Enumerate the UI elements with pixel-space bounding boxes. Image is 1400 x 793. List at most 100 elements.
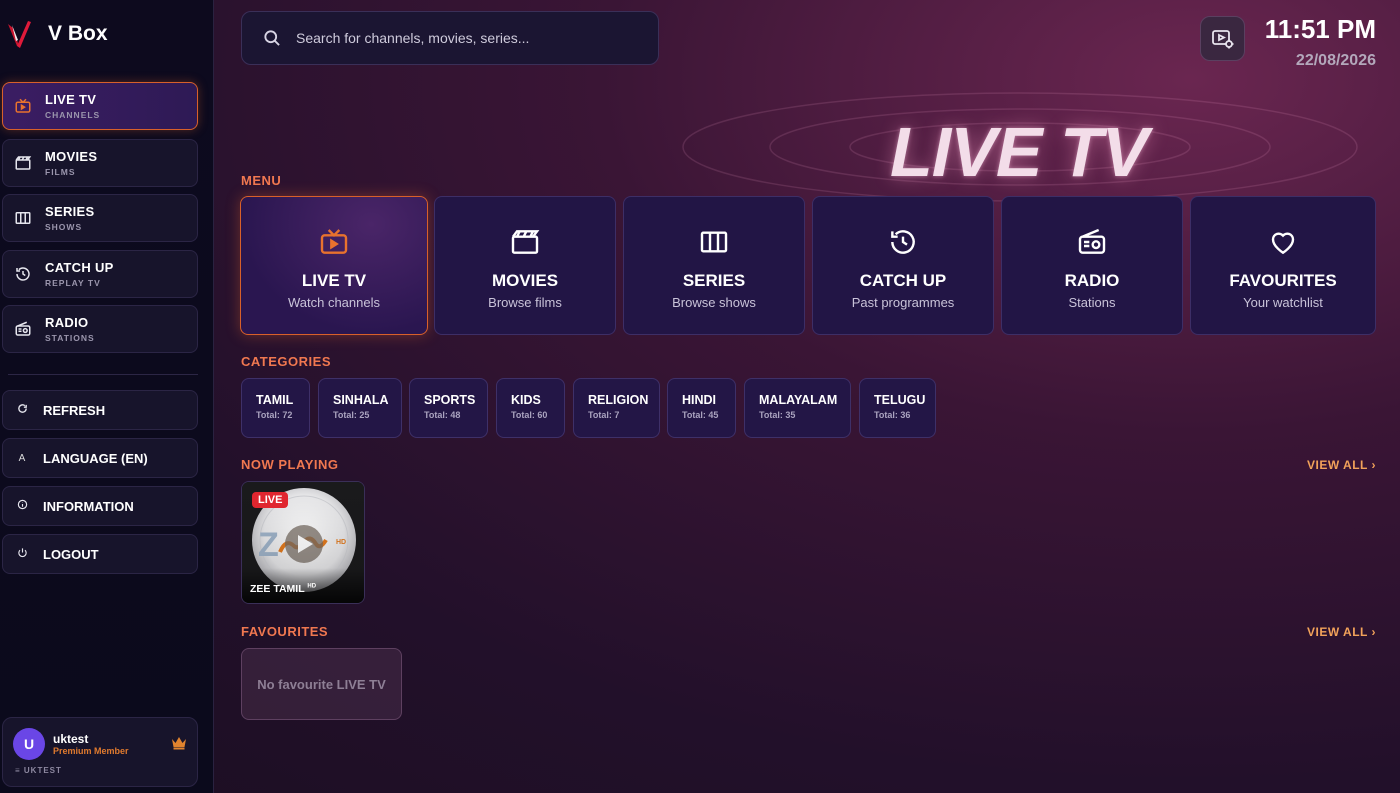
power-icon [15, 547, 29, 561]
page-title: LIVE TV [890, 113, 1148, 191]
menu-card-movies[interactable]: MOVIES Browse films [434, 196, 616, 335]
category-sinhala[interactable]: SINHALA Total: 25 [318, 378, 402, 438]
category-name: HINDI [682, 393, 717, 407]
menu-card-subtitle: Browse films [488, 295, 562, 310]
menu-card-subtitle: Watch channels [287, 295, 380, 310]
clock-time: 11:51 PM [1264, 14, 1376, 44]
heart-icon [1266, 225, 1300, 259]
search-input[interactable] [296, 30, 636, 46]
sidebar-item-live-tv[interactable]: LIVE TV CHANNELS [2, 82, 198, 130]
sidebar: V Box LIVE TV CHANNELS MOVIES FILMS SERI… [0, 0, 214, 793]
category-name: KIDS [511, 393, 541, 407]
radio-icon [13, 319, 33, 339]
category-name: SPORTS [424, 393, 476, 407]
channel-card-zee-tamil[interactable]: Z HD LIVE ZEE TAMIL HD [241, 481, 365, 604]
section-label-favourites: FAVOURITES [241, 624, 329, 639]
now-playing-view-all-link[interactable]: VIEW ALL › [1307, 458, 1376, 472]
category-name: SINHALA [333, 393, 389, 407]
category-total: Total: 48 [424, 410, 461, 420]
menu-card-title: SERIES [682, 271, 746, 290]
category-total: Total: 60 [511, 410, 548, 420]
channel-name-text: ZEE TAMIL [250, 583, 305, 595]
section-label-menu: MENU [241, 173, 282, 188]
sidebar-item-catch-up[interactable]: CATCH UP REPLAY TV [2, 250, 198, 298]
menu-card-title: LIVE TV [301, 271, 367, 290]
history-icon [13, 264, 33, 284]
category-total: Total: 25 [333, 410, 370, 420]
sidebar-item-sublabel: CHANNELS [45, 110, 101, 120]
player-settings-icon [1211, 29, 1233, 48]
app-logo[interactable]: V Box [6, 18, 108, 50]
menu-card-catch-up[interactable]: CATCH UP Past programmes [812, 196, 994, 335]
tv-icon [13, 96, 33, 116]
sidebar-item-sublabel: SHOWS [45, 222, 83, 232]
live-badge: LIVE [252, 492, 289, 508]
sidebar-item-sublabel: FILMS [45, 167, 76, 177]
crown-icon [172, 737, 186, 750]
sidebar-divider [8, 374, 198, 375]
category-tamil[interactable]: TAMIL Total: 72 [241, 378, 310, 438]
user-id-text: UKTEST [23, 766, 62, 775]
category-total: Total: 45 [682, 410, 719, 420]
app-name: V Box [48, 22, 108, 45]
sidebar-item-series[interactable]: SERIES SHOWS [2, 194, 198, 242]
category-name: TAMIL [256, 393, 294, 407]
language-label: LANGUAGE (EN) [43, 450, 148, 466]
sidebar-item-label: LIVE TV [45, 92, 97, 107]
category-total: Total: 7 [588, 410, 620, 420]
information-label: INFORMATION [43, 498, 134, 514]
tv-icon [317, 225, 351, 259]
user-profile-card[interactable]: U uktest Premium Member ≡ UKTEST [2, 717, 198, 787]
category-name: MALAYALAM [759, 393, 838, 407]
sidebar-item-movies[interactable]: MOVIES FILMS [2, 139, 198, 187]
sidebar-item-label: SERIES [45, 204, 95, 219]
sidebar-item-sublabel: STATIONS [45, 333, 95, 343]
menu-card-favourites[interactable]: FAVOURITES Your watchlist [1190, 196, 1376, 335]
sidebar-item-label: RADIO [45, 315, 89, 330]
menu-card-subtitle: Stations [1068, 295, 1116, 310]
language-button[interactable]: A LANGUAGE (EN) [2, 438, 198, 478]
player-settings-button[interactable] [1200, 16, 1245, 61]
search-icon [264, 30, 280, 46]
radio-icon [1075, 225, 1109, 259]
category-name: TELUGU [874, 393, 926, 407]
category-total: Total: 72 [256, 410, 293, 420]
refresh-button[interactable]: REFRESH [2, 390, 198, 430]
refresh-icon [15, 403, 29, 417]
menu-card-title: MOVIES [491, 271, 559, 290]
category-sports[interactable]: SPORTS Total: 48 [409, 378, 488, 438]
columns-icon [13, 208, 33, 228]
user-id: ≡ UKTEST [15, 766, 62, 775]
sidebar-item-label: CATCH UP [45, 260, 114, 275]
category-hindi[interactable]: HINDI Total: 45 [667, 378, 736, 438]
language-icon: A [18, 452, 26, 464]
refresh-label: REFRESH [43, 402, 106, 418]
columns-icon [697, 225, 731, 259]
menu-card-live-tv[interactable]: LIVE TV Watch channels [240, 196, 428, 335]
menu-card-title: CATCH UP [859, 271, 947, 290]
user-name: uktest [53, 732, 89, 746]
sidebar-item-radio[interactable]: RADIO STATIONS [2, 305, 198, 353]
category-total: Total: 35 [759, 410, 796, 420]
vbox-logo-icon [8, 21, 31, 48]
menu-card-radio[interactable]: RADIO Stations [1001, 196, 1183, 335]
menu-card-series[interactable]: SERIES Browse shows [623, 196, 805, 335]
category-telugu[interactable]: TELUGU Total: 36 [859, 378, 936, 438]
information-button[interactable]: INFORMATION [2, 486, 198, 526]
section-label-categories: CATEGORIES [241, 354, 331, 369]
info-icon [15, 499, 29, 513]
category-malayalam[interactable]: MALAYALAM Total: 35 [744, 378, 851, 438]
category-religion[interactable]: RELIGION Total: 7 [573, 378, 660, 438]
user-tier: Premium Member [53, 746, 129, 756]
menu-card-subtitle: Browse shows [672, 295, 756, 310]
menu-card-title: RADIO [1064, 271, 1120, 290]
favourites-view-all-link[interactable]: VIEW ALL › [1307, 625, 1376, 639]
category-kids[interactable]: KIDS Total: 60 [496, 378, 565, 438]
clapperboard-icon [508, 225, 542, 259]
logout-button[interactable]: LOGOUT [2, 534, 198, 574]
sidebar-item-sublabel: REPLAY TV [45, 278, 101, 288]
avatar: U [13, 728, 45, 760]
user-id-icon: ≡ [15, 766, 24, 775]
menu-card-subtitle: Past programmes [851, 295, 955, 310]
search-bar[interactable] [241, 11, 659, 65]
